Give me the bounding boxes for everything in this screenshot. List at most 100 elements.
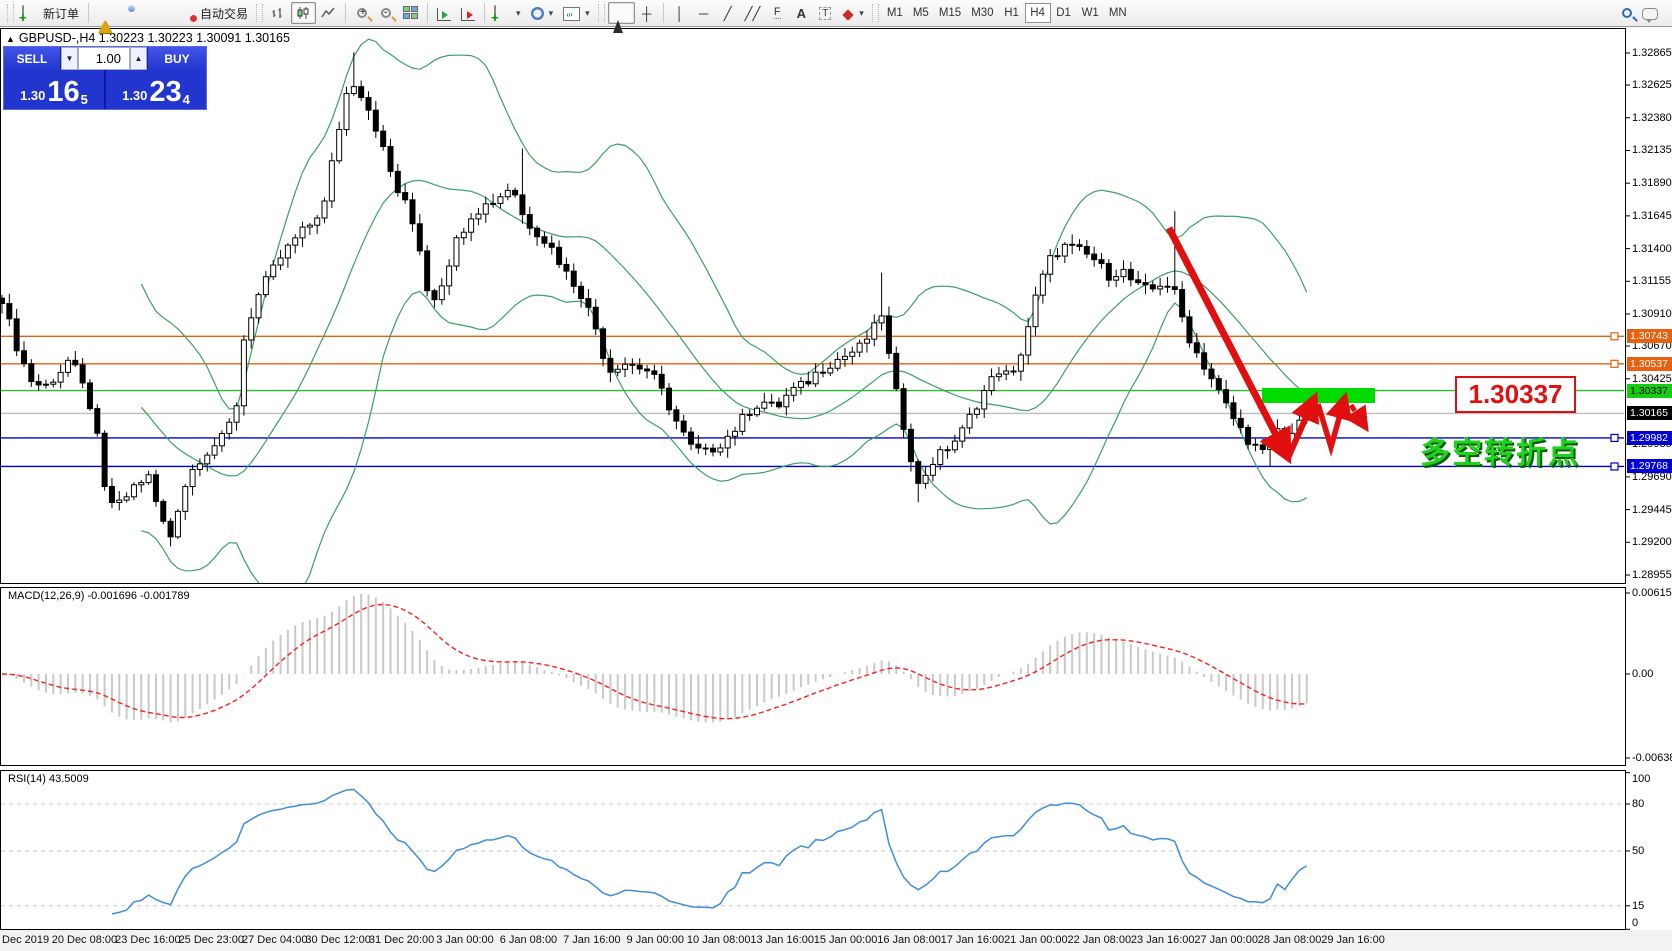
label-tool[interactable]: T	[813, 2, 837, 24]
cursor-tool-button[interactable]	[608, 2, 635, 24]
x-axis-label: 15 Jan 00:00	[814, 934, 878, 946]
x-axis-label: 16 Jan 08:00	[877, 934, 941, 946]
macd-axis-tick: 0.00	[1632, 668, 1672, 680]
new-order-button[interactable]: 新订单	[17, 2, 84, 24]
sell-price-small: 1.30	[20, 88, 45, 103]
volume-up-button[interactable]: ▲	[130, 47, 147, 70]
fibonacci-icon: F	[774, 7, 781, 19]
news-button[interactable]	[147, 2, 174, 24]
timeframe-w1[interactable]: W1	[1077, 3, 1104, 23]
signal-icon	[152, 6, 169, 21]
annotation-text[interactable]: 多空转折点	[1420, 428, 1580, 472]
rsi-label: RSI(14) 43.5009	[8, 773, 89, 785]
bar-chart-icon	[271, 6, 286, 20]
y-axis-tick: 1.32135	[1632, 144, 1672, 156]
separator	[663, 3, 664, 23]
sell-price-big: 16	[47, 77, 79, 107]
arrows-tool[interactable]: ▾	[837, 2, 869, 24]
panel-collapse-icon[interactable]: ▲	[6, 34, 15, 44]
chevron-down-icon: ▾	[859, 8, 864, 19]
metaeditor-button[interactable]	[93, 2, 120, 24]
price-level-badge: 1.30743	[1627, 329, 1672, 343]
volume-field[interactable]: 1.00	[78, 47, 130, 70]
timeframe-m30[interactable]: M30	[966, 3, 998, 23]
x-axis-label: 23 Jan 16:00	[1131, 934, 1195, 946]
price-level-badge: 1.29982	[1627, 431, 1672, 445]
buy-price[interactable]: 1.30 23 4	[106, 70, 206, 109]
sell-button[interactable]: SELL	[4, 47, 61, 70]
auto-scroll-button[interactable]	[432, 2, 456, 24]
bar-chart-button[interactable]	[266, 2, 291, 24]
x-axis-label: 6 Jan 08:00	[500, 934, 558, 946]
separator	[345, 3, 346, 23]
trendline-tool[interactable]: ╱	[716, 2, 740, 24]
sell-price[interactable]: 1.30 16 5	[4, 70, 106, 109]
zoom-out-button[interactable]: -	[374, 2, 398, 24]
crosshair-tool-button[interactable]: ┼	[635, 2, 659, 24]
new-order-icon	[22, 6, 39, 21]
timeframe-d1[interactable]: D1	[1051, 3, 1077, 23]
timeframe-h4[interactable]: H4	[1025, 3, 1051, 23]
sell-price-sup: 5	[81, 92, 88, 107]
separator	[88, 3, 89, 23]
indicators-button[interactable]: ▾	[558, 2, 595, 24]
one-click-trade-panel: SELL ▼ 1.00 ▲ BUY 1.30 16 5 1.30 23 4	[3, 46, 207, 110]
price-level-badge: 1.30165	[1627, 406, 1672, 420]
y-axis-tick: 1.31155	[1632, 275, 1672, 287]
separator	[427, 3, 428, 23]
community-button[interactable]	[120, 2, 147, 24]
y-axis-tick: 1.31400	[1632, 243, 1672, 255]
x-axis-label: 27 Dec 04:00	[242, 934, 307, 946]
buy-button[interactable]: BUY	[147, 47, 206, 70]
line-chart-button[interactable]	[316, 2, 341, 24]
indicator-window-icon	[563, 7, 580, 21]
timeframe-mn[interactable]: MN	[1104, 3, 1132, 23]
price-level-badge: 1.29768	[1627, 459, 1672, 473]
timeframe-m1[interactable]: M1	[882, 3, 908, 23]
tile-windows-button[interactable]	[398, 2, 423, 24]
rsi-axis-tick: 0	[1632, 917, 1672, 929]
vertical-line-icon: │	[676, 7, 684, 20]
trendline-icon: ╱	[724, 7, 732, 20]
macd-label: MACD(12,26,9) -0.001696 -0.001789	[8, 590, 190, 602]
rsi-axis-tick: 15	[1632, 900, 1672, 912]
chat-icon[interactable]	[1642, 8, 1658, 20]
timeframe-m5[interactable]: M5	[908, 3, 934, 23]
cone-icon	[98, 6, 115, 21]
timeframe-h1[interactable]: H1	[999, 3, 1025, 23]
label-icon: T	[819, 7, 831, 20]
profiles-button[interactable]: ▾	[526, 2, 559, 24]
fibonacci-tool[interactable]: F	[765, 2, 789, 24]
x-axis-label: 27 Jan 00:00	[1194, 934, 1258, 946]
price-callout[interactable]: 1.30337	[1455, 376, 1576, 413]
text-icon: A	[797, 7, 806, 20]
toolbar-grip	[598, 4, 605, 22]
search-icon[interactable]	[1622, 8, 1632, 18]
candlestick-chart-button[interactable]	[291, 2, 316, 24]
text-tool[interactable]: A	[789, 2, 813, 24]
volume-down-button[interactable]: ▼	[61, 47, 78, 70]
ohlc-readout: GBPUSD-,H4 1.30223 1.30223 1.30091 1.301…	[19, 31, 290, 45]
x-axis-label: 10 Jan 08:00	[687, 934, 751, 946]
timeframe-m15[interactable]: M15	[934, 3, 966, 23]
autotrading-button[interactable]: 自动交易	[174, 2, 253, 24]
new-chart-button[interactable]: ▾	[489, 2, 526, 24]
vertical-line-tool[interactable]: │	[668, 2, 692, 24]
chart-canvas[interactable]	[0, 0, 1672, 951]
clock-icon	[531, 7, 544, 20]
rsi-axis-tick: 50	[1632, 845, 1672, 857]
y-axis-tick: 1.31645	[1632, 210, 1672, 222]
y-axis-tick: 1.29200	[1632, 536, 1672, 548]
macd-axis-tick: -0.00638	[1632, 752, 1672, 764]
x-axis-label: 9 Dec 2019	[0, 934, 49, 946]
timeframe-group: M1M5M15M30H1H4D1W1MN	[882, 3, 1132, 23]
channel-tool[interactable]: ╱╱	[740, 2, 766, 24]
separator	[484, 3, 485, 23]
horizontal-line-tool[interactable]: ─	[692, 2, 716, 24]
price-level-badge: 1.30337	[1627, 384, 1672, 398]
zoom-in-button[interactable]: +	[350, 2, 374, 24]
rsi-axis-tick: 100	[1632, 773, 1672, 785]
x-axis-label: 9 Jan 00:00	[627, 934, 685, 946]
chart-shift-button[interactable]	[456, 2, 480, 24]
x-axis-label: 7 Jan 16:00	[563, 934, 621, 946]
